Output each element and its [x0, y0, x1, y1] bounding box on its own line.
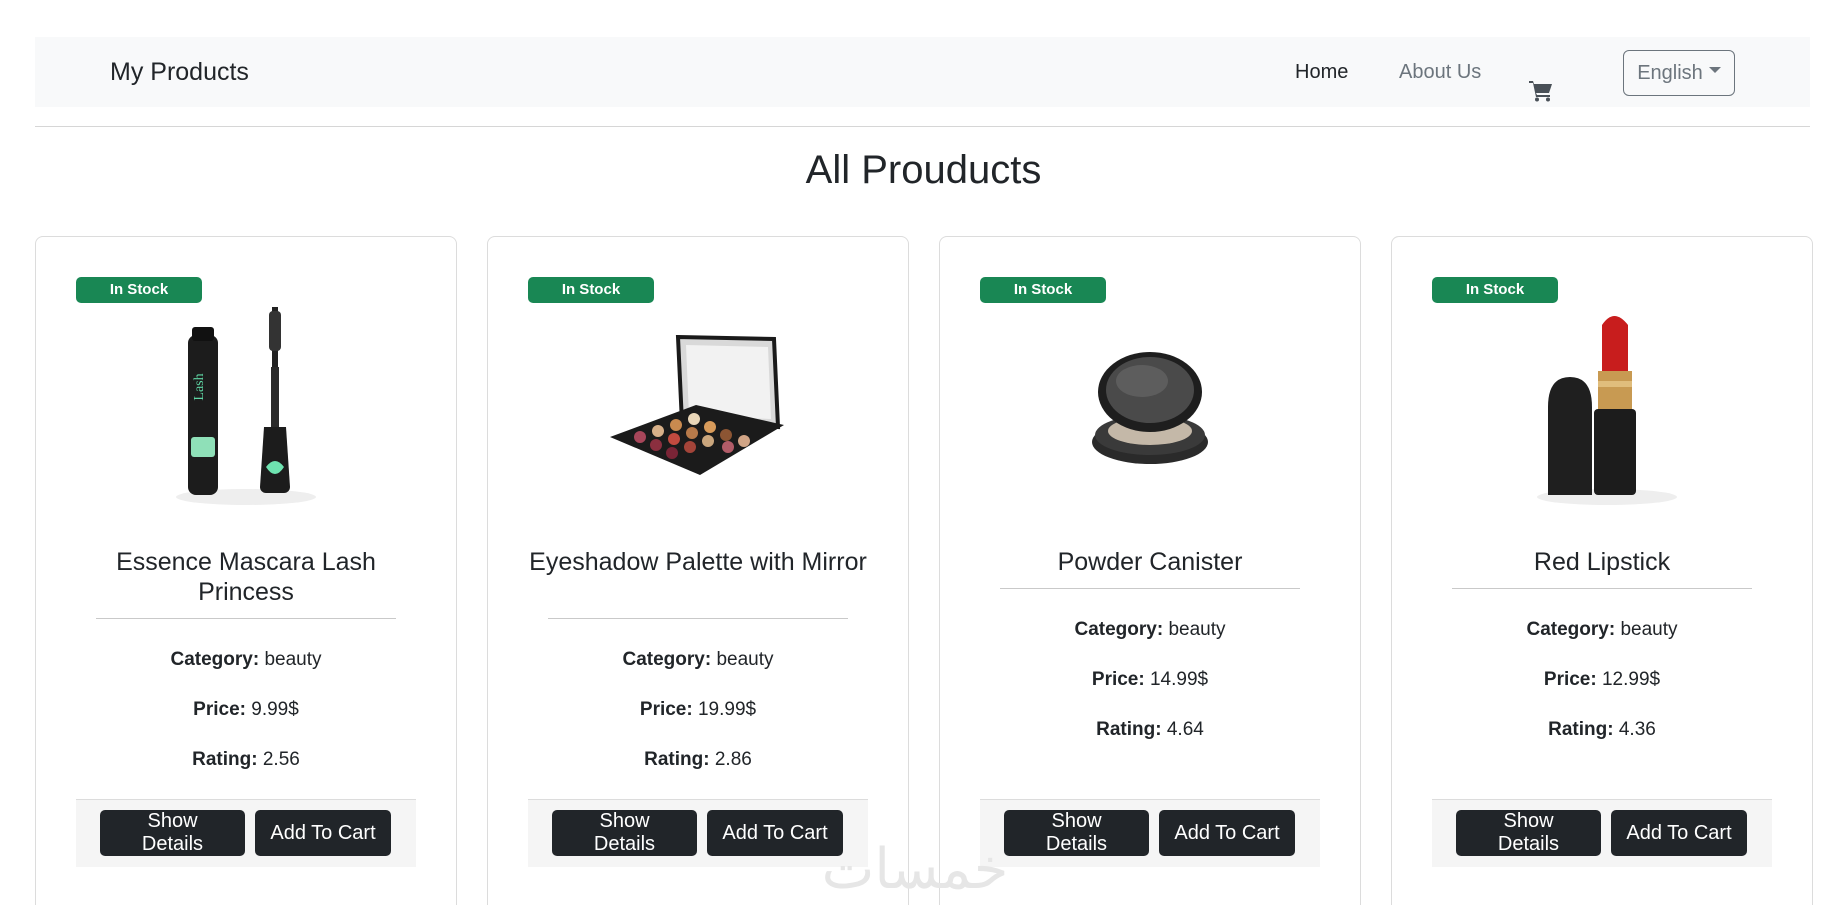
category-value: beauty [1620, 619, 1678, 640]
add-to-cart-button[interactable]: Add To Cart [1611, 810, 1747, 856]
nav-home-link[interactable]: Home [1295, 37, 1348, 107]
category-text: Category: beauty [76, 649, 416, 671]
category-value: beauty [1168, 619, 1226, 640]
rating-text: Rating: 2.86 [528, 749, 868, 771]
show-details-button[interactable]: Show Details [100, 810, 245, 856]
price-value: 19.99$ [697, 699, 757, 720]
language-dropdown[interactable]: English [1623, 50, 1735, 96]
rating-value: 2.56 [262, 749, 300, 770]
category-text: Category: beauty [528, 649, 868, 671]
card-footer: Show Details Add To Cart [1432, 799, 1772, 867]
svg-text:Lash: Lash [192, 373, 207, 400]
header-divider [35, 126, 1810, 127]
product-name: Essence Mascara Lash Princess [116, 548, 376, 606]
rating-value: 4.64 [1166, 719, 1204, 740]
rating-label: Rating: [1096, 719, 1162, 740]
name-divider [548, 618, 848, 619]
name-divider [1000, 588, 1300, 589]
rating-label: Rating: [644, 749, 710, 770]
product-card: In Stock Eyeshadow Palette with Mirror C… [487, 236, 909, 905]
card-footer: Show Details Add To Cart [76, 799, 416, 867]
price-label: Price: [1543, 669, 1597, 690]
category-label: Category: [1526, 619, 1616, 640]
eyeshadow-palette-image [610, 334, 784, 475]
rating-text: Rating: 4.36 [1432, 719, 1772, 741]
product-name: Powder Canister [1057, 548, 1243, 576]
product-image-powder [1030, 297, 1270, 507]
category-value: beauty [264, 649, 322, 670]
page: My Products Home About Us English All Pr… [0, 0, 1829, 905]
red-lipstick-image [1537, 316, 1677, 505]
name-divider [1452, 588, 1752, 589]
language-label: English [1637, 61, 1703, 84]
watermark-logo: خمسات [821, 837, 1009, 902]
price-text: Price: 14.99$ [980, 669, 1320, 691]
category-label: Category: [1074, 619, 1164, 640]
product-name: Red Lipstick [1533, 548, 1671, 576]
price-value: 14.99$ [1149, 669, 1209, 690]
rating-text: Rating: 2.56 [76, 749, 416, 771]
product-image-mascara: Lash [126, 297, 366, 507]
product-image-eyeshadow [578, 297, 818, 507]
show-details-button[interactable]: Show Details [552, 810, 697, 856]
card-footer: Show Details Add To Cart [980, 799, 1320, 867]
cart-icon[interactable] [1529, 61, 1553, 102]
price-value: 12.99$ [1601, 669, 1661, 690]
product-card: In Stock Lash Essence Mascara Lash Princ… [35, 236, 457, 905]
navbar: My Products Home About Us English [35, 37, 1810, 107]
add-to-cart-button[interactable]: Add To Cart [255, 810, 391, 856]
product-card: In Stock Red Lipstick Category: beauty P… [1391, 236, 1813, 905]
price-label: Price: [639, 699, 693, 720]
category-text: Category: beauty [1432, 619, 1772, 641]
rating-text: Rating: 4.64 [980, 719, 1320, 741]
category-text: Category: beauty [980, 619, 1320, 641]
nav-about-link[interactable]: About Us [1399, 37, 1481, 107]
powder-canister-image [1092, 352, 1208, 464]
price-text: Price: 12.99$ [1432, 669, 1772, 691]
cart-icon-svg [1529, 81, 1552, 102]
rating-value: 4.36 [1618, 719, 1656, 740]
show-details-button[interactable]: Show Details [1456, 810, 1601, 856]
price-value: 9.99$ [251, 699, 299, 720]
category-label: Category: [170, 649, 260, 670]
product-image-lipstick [1482, 297, 1722, 507]
rating-label: Rating: [192, 749, 258, 770]
rating-value: 2.86 [714, 749, 752, 770]
category-value: beauty [716, 649, 774, 670]
price-text: Price: 19.99$ [528, 699, 868, 721]
price-label: Price: [193, 699, 246, 720]
add-to-cart-button[interactable]: Add To Cart [1159, 810, 1295, 856]
page-title: All Prouducts [805, 148, 1042, 192]
product-name: Eyeshadow Palette with Mirror [529, 548, 867, 576]
price-text: Price: 9.99$ [76, 699, 416, 721]
mascara-image: Lash [176, 307, 316, 505]
name-divider [96, 618, 396, 619]
category-label: Category: [622, 649, 712, 670]
product-card: In Stock Powder Canister Category: beaut… [939, 236, 1361, 905]
brand-link[interactable]: My Products [110, 37, 249, 107]
price-label: Price: [1091, 669, 1145, 690]
rating-label: Rating: [1548, 719, 1614, 740]
chevron-down-icon [1708, 67, 1721, 73]
